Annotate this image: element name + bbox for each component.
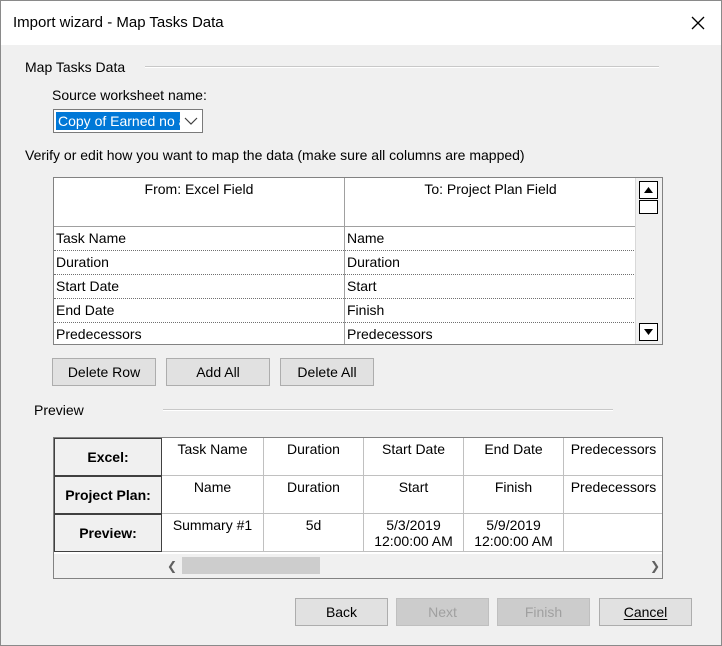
mapping-to-cell[interactable]: Duration xyxy=(345,251,636,274)
header-from-excel-field[interactable]: From: Excel Field xyxy=(54,178,344,226)
preview-excel-cell: End Date xyxy=(464,438,564,476)
mapping-instructions: Verify or edit how you want to map the d… xyxy=(25,147,525,163)
mapping-from-cell[interactable]: Duration xyxy=(54,251,344,274)
preview-value-cell: 5/9/2019 12:00:00 AM xyxy=(464,514,564,552)
triangle-up-icon xyxy=(644,187,653,193)
mapping-from-cell[interactable]: Task Name xyxy=(54,227,344,250)
preview-divider xyxy=(163,409,613,411)
mapping-to-cell[interactable]: Predecessors xyxy=(345,323,636,344)
chevron-down-icon[interactable] xyxy=(182,113,200,129)
preview-excel-cell: Start Date xyxy=(364,438,464,476)
mapping-row[interactable]: Duration Duration xyxy=(54,251,636,275)
mapping-row[interactable]: Task Name Name xyxy=(54,227,636,251)
mapping-to-cell[interactable]: Start xyxy=(345,275,636,298)
preview-excel-cell: Predecessors xyxy=(564,438,662,476)
mapping-grid: From: Excel Field To: Project Plan Field… xyxy=(53,177,663,345)
preview-value-cell xyxy=(564,514,662,552)
preview-project-cell: Duration xyxy=(264,476,364,514)
preview-row-header-preview: Preview: xyxy=(54,514,162,552)
mapping-from-cell[interactable]: Start Date xyxy=(54,275,344,298)
delete-all-button[interactable]: Delete All xyxy=(280,358,374,386)
chevron-left-icon[interactable]: ❮ xyxy=(167,559,177,573)
preview-value-line: 12:00:00 AM xyxy=(474,533,553,549)
window-title: Import wizard - Map Tasks Data xyxy=(13,14,224,31)
preview-excel-cell: Task Name xyxy=(162,438,264,476)
add-all-button[interactable]: Add All xyxy=(166,358,270,386)
preview-value-line: 5/3/2019 xyxy=(386,517,441,533)
section-label: Map Tasks Data xyxy=(25,59,126,75)
preview-project-cell: Predecessors xyxy=(564,476,662,514)
title-bar: Import wizard - Map Tasks Data xyxy=(1,1,721,45)
mapping-from-cell[interactable]: End Date xyxy=(54,299,344,322)
scroll-thumb[interactable] xyxy=(639,200,658,214)
chevron-right-icon[interactable]: ❯ xyxy=(650,559,660,573)
preview-excel-cell: Duration xyxy=(264,438,364,476)
preview-project-cell: Finish xyxy=(464,476,564,514)
preview-value-cell: 5/3/2019 12:00:00 AM xyxy=(364,514,464,552)
cancel-button-label: Cancel xyxy=(623,604,668,620)
preview-value-line: 5/9/2019 xyxy=(486,517,541,533)
close-icon xyxy=(691,16,705,30)
preview-row-header-project: Project Plan: xyxy=(54,476,162,514)
header-to-project-field[interactable]: To: Project Plan Field xyxy=(345,178,636,226)
preview-value-cell: 5d xyxy=(264,514,364,552)
source-worksheet-select[interactable]: Copy of Earned no a xyxy=(53,109,203,133)
mapping-from-cell[interactable]: Predecessors xyxy=(54,323,344,344)
scroll-up-button[interactable] xyxy=(639,181,658,199)
mapping-to-cell[interactable]: Name xyxy=(345,227,636,250)
import-wizard-window: Import wizard - Map Tasks Data Map Tasks… xyxy=(0,0,722,646)
scroll-down-button[interactable] xyxy=(639,323,658,341)
next-button[interactable]: Next xyxy=(396,598,489,626)
mapping-row[interactable]: End Date Finish xyxy=(54,299,636,323)
source-worksheet-label: Source worksheet name: xyxy=(52,87,207,103)
finish-button[interactable]: Finish xyxy=(497,598,590,626)
triangle-down-icon xyxy=(644,329,653,335)
preview-value-line: 12:00:00 AM xyxy=(374,533,453,549)
preview-value-line: Summary #1 xyxy=(172,517,253,533)
preview-table: Excel: Project Plan: Preview: Task Name … xyxy=(53,437,663,579)
section-divider xyxy=(145,66,659,68)
source-worksheet-value: Copy of Earned no a xyxy=(56,112,180,130)
mapping-grid-header: From: Excel Field To: Project Plan Field xyxy=(54,178,636,227)
preview-row-header-excel: Excel: xyxy=(54,438,162,476)
close-button[interactable] xyxy=(675,1,721,45)
preview-scroll-thumb[interactable] xyxy=(182,557,320,574)
delete-row-button[interactable]: Delete Row xyxy=(52,358,156,386)
preview-project-cell: Start xyxy=(364,476,464,514)
mapping-to-cell[interactable]: Finish xyxy=(345,299,636,322)
mapping-vertical-scrollbar[interactable] xyxy=(635,178,662,344)
preview-value-line: 5d xyxy=(305,517,322,533)
preview-project-cell: Name xyxy=(162,476,264,514)
mapping-column-divider xyxy=(344,178,345,344)
mapping-row[interactable]: Predecessors Predecessors xyxy=(54,323,636,344)
preview-value-cell: Summary #1 xyxy=(162,514,264,552)
back-button[interactable]: Back xyxy=(295,598,388,626)
preview-horizontal-scrollbar[interactable]: ❮ ❯ xyxy=(54,554,662,578)
mapping-row[interactable]: Start Date Start xyxy=(54,275,636,299)
preview-label: Preview xyxy=(34,402,84,418)
cancel-button[interactable]: Cancel xyxy=(599,598,692,626)
